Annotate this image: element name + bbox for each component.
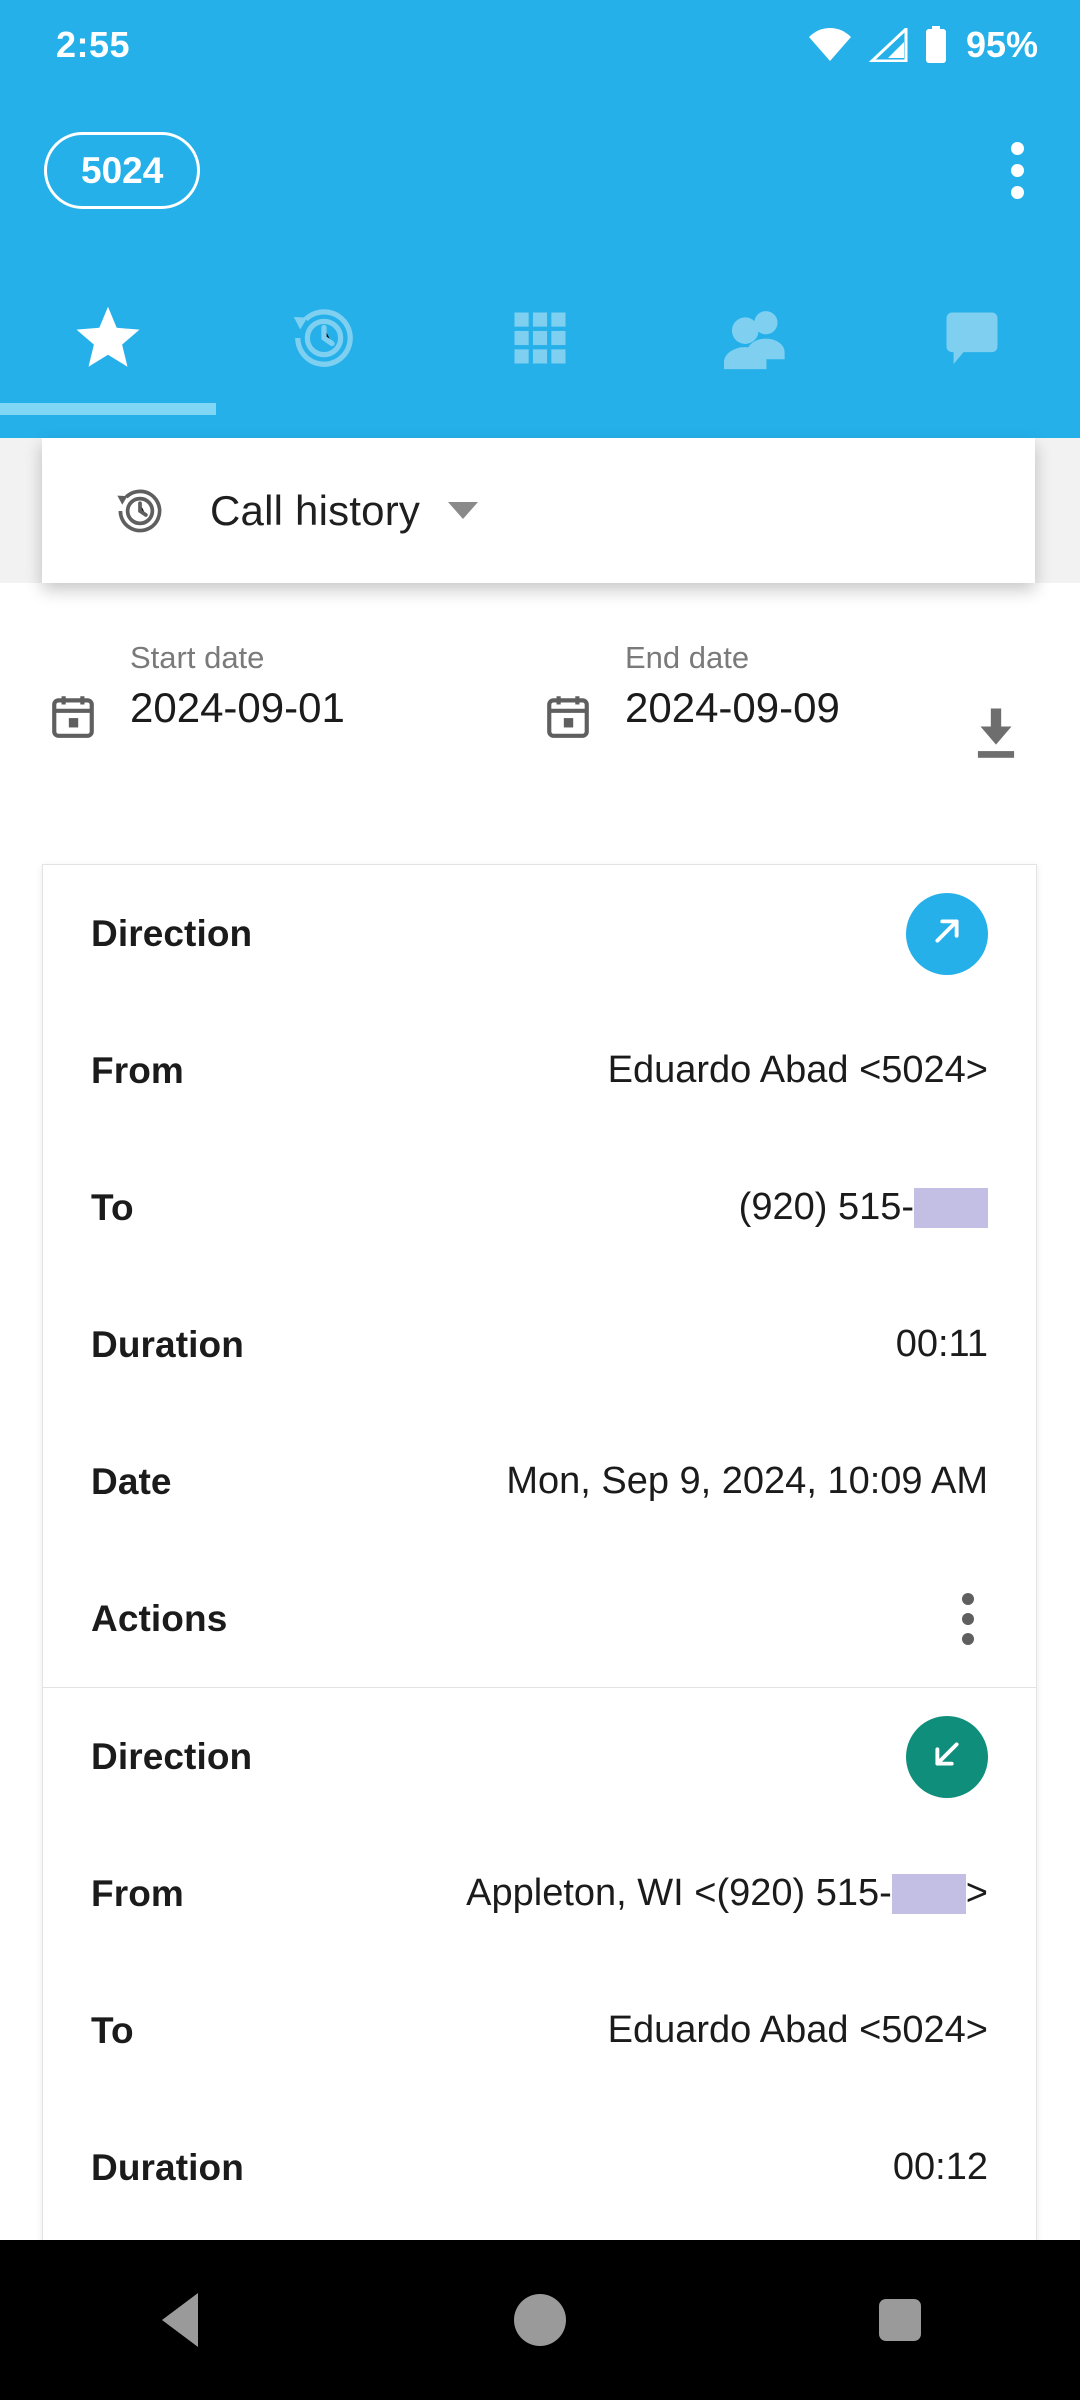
battery-percent-label: 95%	[965, 24, 1038, 65]
chat-bubble-icon	[938, 304, 1006, 372]
nav-recents-button[interactable]	[840, 2260, 960, 2380]
home-circle-icon	[514, 2294, 566, 2346]
call-records-card: Direction From Eduardo Abad <5024> To (9…	[42, 864, 1037, 2244]
people-icon	[718, 304, 794, 372]
call-history-selector[interactable]: Call history	[42, 438, 1035, 583]
row-label: From	[91, 1049, 184, 1091]
calendar-icon[interactable]	[48, 691, 98, 741]
row-label: Duration	[91, 2146, 244, 2188]
back-triangle-icon	[162, 2293, 198, 2347]
nav-home-button[interactable]	[480, 2260, 600, 2380]
row-label: To	[91, 1186, 134, 1228]
app-bar: 5024	[0, 90, 1080, 250]
record-row-to: To (920) 515-	[43, 1139, 1036, 1276]
recents-square-icon	[879, 2299, 921, 2341]
history-clock-icon	[287, 301, 361, 375]
row-label: Date	[91, 1460, 172, 1502]
tab-contacts[interactable]	[648, 260, 864, 415]
caller-location-prefix: Appleton, WI <(920) 515-	[466, 1872, 892, 1914]
nav-back-button[interactable]	[120, 2260, 240, 2380]
record-row-from: From Eduardo Abad <5024>	[43, 1002, 1036, 1139]
record-row-duration: Duration 00:12	[43, 2099, 1036, 2236]
record-row-actions: Actions	[43, 1550, 1036, 1687]
row-label: Direction	[91, 1735, 253, 1777]
tab-active-indicator	[0, 403, 216, 415]
row-value: 00:11	[895, 1323, 988, 1365]
record-row-from: From Appleton, WI <(920) 515- >	[43, 1825, 1036, 1962]
end-date-caption: End date	[625, 640, 750, 675]
extension-chip[interactable]: 5024	[44, 131, 201, 209]
call-record[interactable]: Direction From Eduardo Abad <5024> To (9…	[43, 865, 1036, 1688]
call-record[interactable]: Direction From Appleton, WI <(920) 515- >…	[43, 1688, 1036, 2236]
row-value: Appleton, WI <(920) 515- >	[466, 1872, 988, 1915]
date-filter-row: Start date 2024-09-01 End date 2024-09-0…	[0, 640, 1080, 820]
tab-dialpad[interactable]	[432, 260, 648, 415]
arrow-up-right-icon	[926, 910, 968, 957]
row-value: Eduardo Abad <5024>	[607, 1049, 988, 1091]
direction-badge-outgoing	[906, 892, 988, 975]
record-row-date: Date Mon, Sep 9, 2024, 10:09 AM	[43, 1413, 1036, 1550]
record-row-to: To Eduardo Abad <5024>	[43, 1962, 1036, 2099]
selector-label: Call history	[210, 486, 421, 534]
row-label: Actions	[91, 1597, 228, 1639]
start-date-caption: Start date	[130, 640, 265, 675]
start-date-field[interactable]: Start date 2024-09-01	[48, 640, 468, 748]
app-header: 2:55 95% 5024	[0, 0, 1080, 438]
row-label: To	[91, 2009, 134, 2051]
calendar-icon[interactable]	[543, 691, 593, 741]
row-label: From	[91, 1872, 184, 1914]
overflow-menu-icon[interactable]	[999, 128, 1036, 213]
battery-icon	[924, 26, 948, 64]
chevron-down-icon[interactable]	[448, 502, 479, 519]
direction-badge-incoming	[906, 1715, 988, 1798]
star-icon	[71, 302, 145, 374]
phone-screen: 2:55 95% 5024 Call history Start date 20…	[0, 0, 1080, 2400]
end-date-field[interactable]: End date 2024-09-09	[543, 640, 963, 748]
start-date-value[interactable]: 2024-09-01	[130, 684, 468, 748]
row-label: Direction	[91, 912, 253, 954]
record-row-duration: Duration 00:11	[43, 1276, 1036, 1413]
row-label: Duration	[91, 1323, 244, 1365]
cellular-signal-icon	[868, 28, 908, 62]
wifi-icon	[808, 28, 852, 62]
redaction-block	[914, 1187, 988, 1228]
row-value: Mon, Sep 9, 2024, 10:09 AM	[506, 1460, 988, 1502]
tab-history[interactable]	[216, 260, 432, 415]
end-date-value[interactable]: 2024-09-09	[625, 684, 963, 748]
arrow-down-left-icon	[926, 1733, 968, 1780]
history-clock-icon	[112, 483, 168, 539]
android-navigation-bar	[0, 2240, 1080, 2400]
tab-messages[interactable]	[864, 260, 1080, 415]
tab-favorites[interactable]	[0, 260, 216, 415]
tab-bar	[0, 260, 1080, 415]
redaction-block	[891, 1873, 966, 1914]
caller-suffix: >	[965, 1872, 988, 1914]
row-value: Eduardo Abad <5024>	[607, 2009, 988, 2051]
row-value: 00:12	[892, 2146, 988, 2188]
row-value: (920) 515-	[739, 1186, 988, 1229]
download-icon[interactable]	[965, 702, 1027, 764]
status-bar-clock: 2:55	[56, 24, 131, 65]
record-row-direction: Direction	[43, 1688, 1036, 1825]
dialpad-grid-icon	[506, 304, 574, 372]
status-bar-indicators: 95%	[808, 24, 1038, 66]
overflow-menu-icon[interactable]	[948, 1581, 988, 1657]
record-row-direction: Direction	[43, 865, 1036, 1002]
phone-number-prefix: (920) 515-	[738, 1186, 914, 1228]
status-bar: 2:55 95%	[0, 0, 1080, 90]
